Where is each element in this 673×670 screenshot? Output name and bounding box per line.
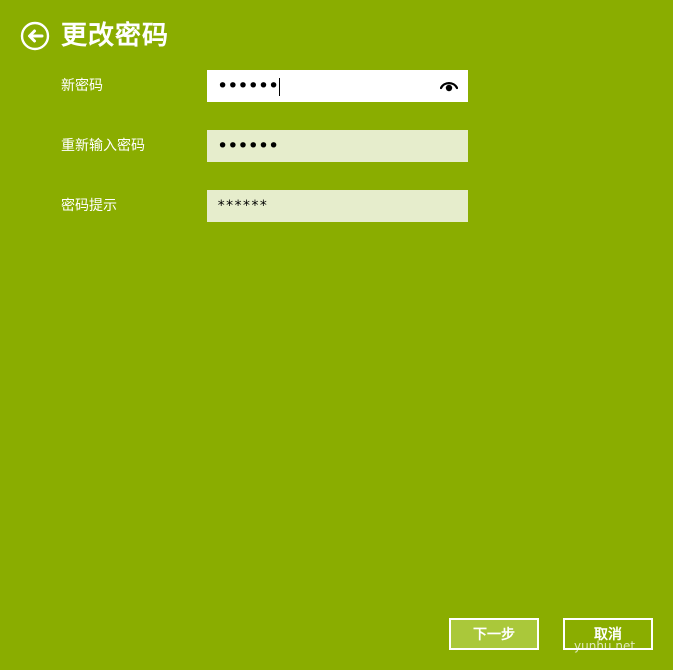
- new-password-label: 新密码: [61, 78, 103, 94]
- confirm-password-label: 重新输入密码: [61, 138, 145, 154]
- header: 更改密码: [20, 18, 169, 54]
- confirm-password-field[interactable]: ••••••: [207, 130, 468, 162]
- password-hint-field[interactable]: ******: [207, 190, 468, 222]
- password-hint-row: 密码提示 ******: [61, 190, 481, 222]
- password-hint-label: 密码提示: [61, 198, 117, 214]
- back-arrow-circle-icon: [20, 21, 50, 51]
- password-hint-value: ******: [217, 198, 268, 214]
- new-password-row: 新密码 ••••••: [61, 70, 481, 102]
- new-password-value: ••••••: [217, 75, 281, 97]
- confirm-password-row: 重新输入密码 ••••••: [61, 130, 481, 162]
- reveal-password-button[interactable]: [440, 79, 458, 93]
- page-title: 更改密码: [61, 21, 170, 51]
- text-caret: [279, 77, 281, 96]
- new-password-field[interactable]: ••••••: [207, 70, 468, 102]
- watermark: yunhu.net: [574, 639, 636, 653]
- confirm-password-value: ••••••: [217, 135, 279, 157]
- next-button[interactable]: 下一步: [449, 618, 539, 650]
- eye-icon: [440, 82, 458, 92]
- back-button[interactable]: [20, 21, 50, 51]
